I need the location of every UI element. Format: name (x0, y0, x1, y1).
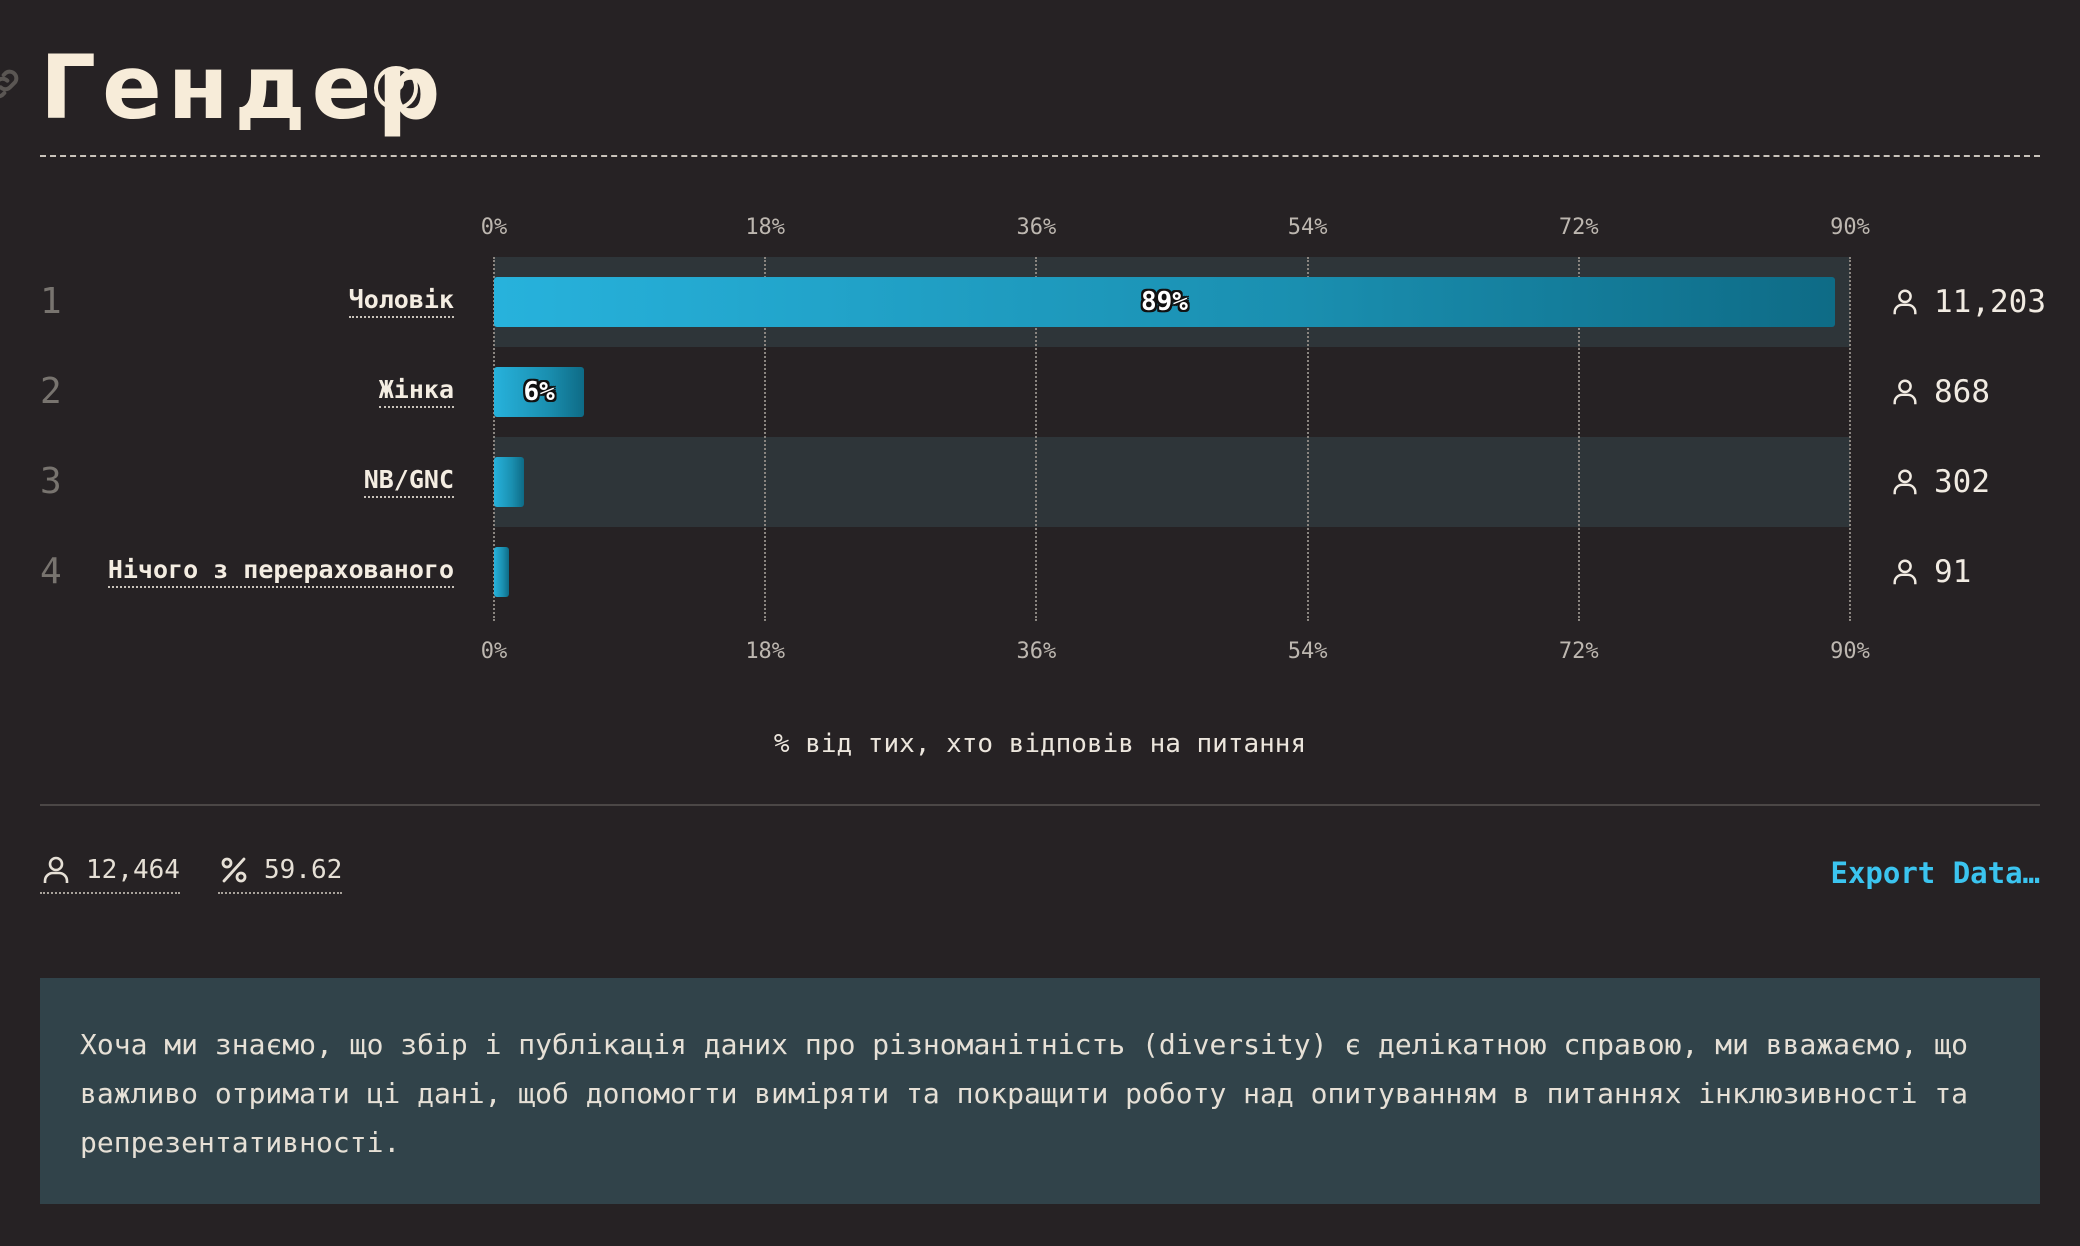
section-divider (40, 804, 2040, 806)
x-tick-label-bottom: 54% (1287, 639, 1328, 664)
count-value: 91 (1934, 554, 1972, 590)
x-tick-label-top: 18% (745, 215, 786, 240)
respondent-count: 11,203 (1890, 282, 2046, 322)
title-divider (40, 155, 2040, 157)
count-value: 11,203 (1934, 284, 2046, 320)
user-icon (1893, 379, 1917, 405)
row-shade (494, 437, 1850, 527)
x-axis-title: % від тих, хто відповів на питання (773, 729, 1307, 759)
user-icon (1893, 289, 1917, 315)
respondent-count: 302 (1890, 462, 1990, 502)
grid-line (1849, 257, 1851, 621)
bar[interactable]: 6% (494, 367, 585, 417)
count-value: 868 (1934, 374, 1990, 410)
percent-stat[interactable]: 59.62 (218, 854, 343, 894)
x-tick-label-top: 72% (1558, 215, 1599, 240)
percent-icon (221, 857, 247, 883)
bar[interactable] (494, 457, 525, 507)
link-icon[interactable] (0, 64, 24, 104)
bar[interactable]: 89% (494, 277, 1835, 327)
respondent-count: 868 (1890, 372, 1990, 412)
rank-number: 1 (40, 281, 62, 322)
x-tick-label-top: 36% (1016, 215, 1057, 240)
user-icon (1893, 469, 1917, 495)
user-icon (1893, 559, 1917, 585)
plot-area: 89% 6% (493, 257, 1851, 621)
x-tick-label-bottom: 72% (1558, 639, 1599, 664)
x-tick-label-top: 54% (1287, 215, 1328, 240)
diversity-note: Хоча ми знаємо, що збір і публікація дан… (40, 978, 2040, 1204)
help-circle-icon[interactable] (372, 64, 420, 112)
respondents-stat[interactable]: 12,464 (40, 854, 180, 894)
x-tick-label-top: 90% (1830, 215, 1870, 240)
category-label[interactable]: Жінка (378, 374, 454, 408)
bar-value-label: 89% (1140, 287, 1188, 317)
export-data-link[interactable]: Export Data… (1830, 856, 2040, 890)
rank-number: 4 (40, 551, 62, 592)
bar[interactable] (494, 547, 510, 597)
respondent-count: 91 (1890, 552, 1971, 592)
x-tick-label-top: 0% (480, 215, 508, 240)
count-value: 302 (1934, 464, 1990, 500)
user-icon (43, 856, 69, 883)
category-label[interactable]: Чоловік (348, 284, 454, 318)
respondents-count: 12,464 (86, 855, 180, 885)
percent-value: 59.62 (264, 855, 343, 885)
x-tick-label-bottom: 36% (1016, 639, 1057, 664)
x-tick-label-bottom: 0% (480, 639, 508, 664)
rank-number: 3 (40, 461, 62, 502)
category-label[interactable]: Нічого з перерахованого (107, 554, 454, 588)
x-tick-label-bottom: 18% (745, 639, 786, 664)
rank-number: 2 (40, 371, 62, 412)
category-label[interactable]: NB/GNC (363, 464, 454, 498)
bar-value-label: 6% (523, 377, 555, 407)
x-tick-label-bottom: 90% (1830, 639, 1870, 664)
